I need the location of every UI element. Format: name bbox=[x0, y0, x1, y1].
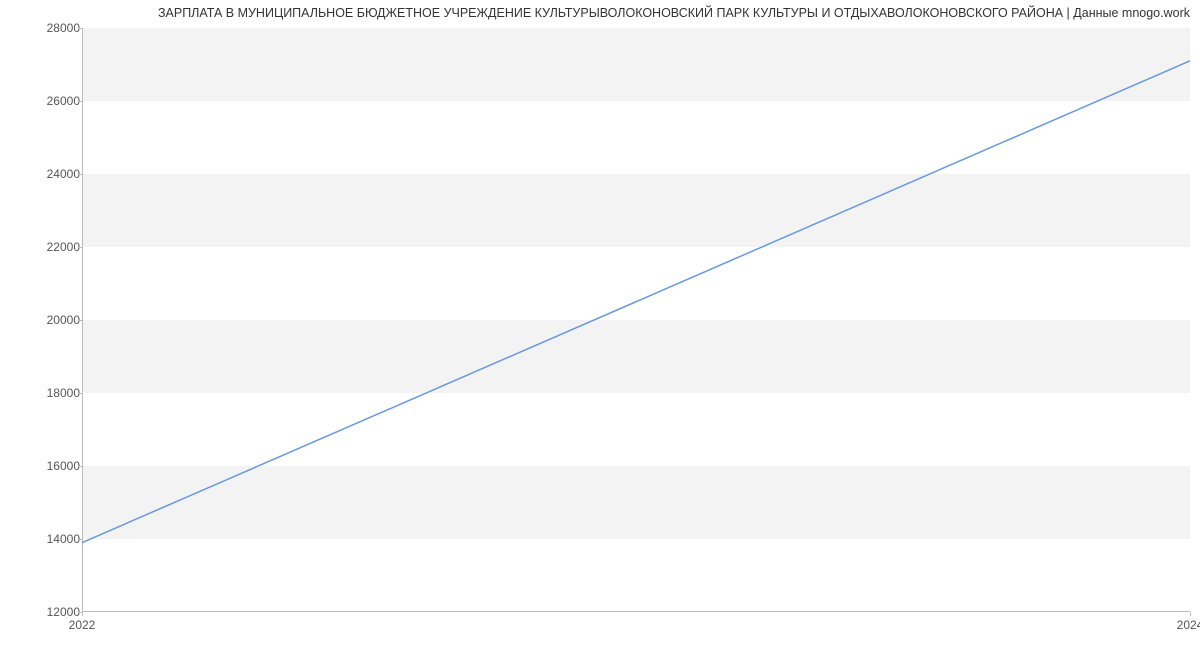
x-tick-label: 2024 bbox=[1177, 618, 1200, 632]
y-tick-label: 28000 bbox=[30, 21, 80, 35]
plot-area bbox=[82, 28, 1190, 612]
y-tick-label: 24000 bbox=[30, 167, 80, 181]
y-tick-mark bbox=[78, 393, 82, 394]
line-series bbox=[82, 28, 1190, 612]
y-tick-mark bbox=[78, 101, 82, 102]
y-tick-mark bbox=[78, 466, 82, 467]
y-tick-mark bbox=[78, 28, 82, 29]
y-tick-label: 16000 bbox=[30, 459, 80, 473]
y-tick-label: 14000 bbox=[30, 532, 80, 546]
y-tick-mark bbox=[78, 320, 82, 321]
y-tick-label: 18000 bbox=[30, 386, 80, 400]
y-tick-mark bbox=[78, 174, 82, 175]
y-tick-label: 22000 bbox=[30, 240, 80, 254]
y-tick-mark bbox=[78, 247, 82, 248]
x-tick-label: 2022 bbox=[69, 618, 96, 632]
y-tick-label: 12000 bbox=[30, 605, 80, 619]
y-tick-label: 26000 bbox=[30, 94, 80, 108]
chart-title: ЗАРПЛАТА В МУНИЦИПАЛЬНОЕ БЮДЖЕТНОЕ УЧРЕЖ… bbox=[158, 6, 1190, 20]
y-tick-mark bbox=[78, 539, 82, 540]
x-tick-mark bbox=[82, 612, 83, 616]
y-tick-label: 20000 bbox=[30, 313, 80, 327]
x-tick-mark bbox=[1190, 612, 1191, 616]
